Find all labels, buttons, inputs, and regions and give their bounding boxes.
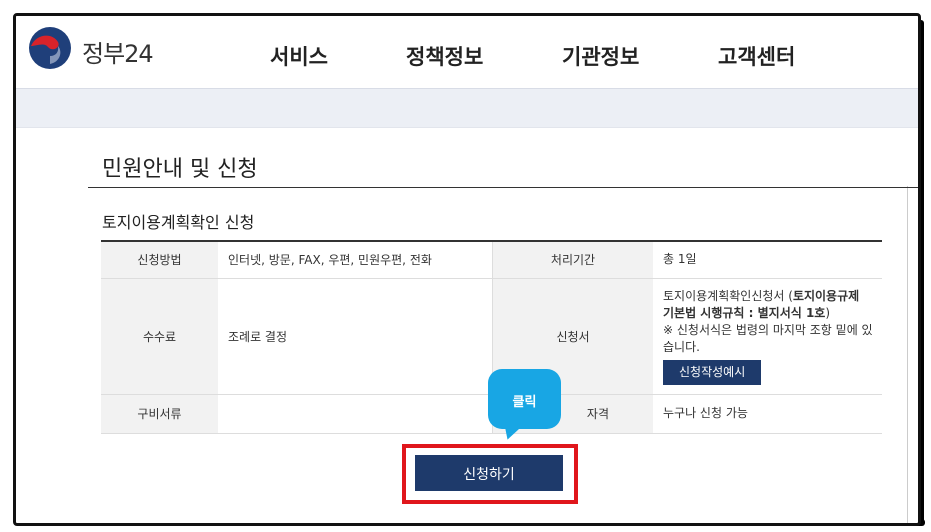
table-row: 신청방법 인터넷, 방문, FAX, 우편, 민원우편, 전화 처리기간 총 1… [101,241,882,279]
nav-agency-info[interactable]: 기관정보 [562,41,639,71]
breadcrumb-band [16,88,918,128]
content-right-border [907,186,908,523]
qualification-value: 누구나 신청 가능 [653,394,882,434]
period-value: 총 1일 [653,241,882,279]
form-example-button[interactable]: 신청작성예시 [663,359,762,385]
nav-customer-center[interactable]: 고객센터 [718,41,795,71]
method-value: 인터넷, 방문, FAX, 우편, 민원우편, 전화 [218,241,493,279]
government-logo-icon[interactable] [28,26,72,70]
fee-label: 수수료 [101,278,218,395]
method-label: 신청방법 [101,241,218,279]
browser-frame: 정부24 서비스 정책정보 기관정보 고객센터 민원안내 및 신청 토지이용계획… [13,13,921,526]
site-logo-text[interactable]: 정부24 [82,34,154,69]
service-title: 토지이용계획확인 신청 [102,213,255,232]
title-divider [88,187,918,188]
form-value-suffix: ) [825,305,831,320]
page-title: 민원안내 및 신청 [102,157,258,182]
nav-policy-info[interactable]: 정책정보 [406,41,483,71]
form-value-prefix: 토지이용계획확인신청서 ( [663,288,793,303]
form-note: ※ 신청서식은 법령의 마지막 조항 밑에 있습니다. [663,322,873,354]
click-callout-text: 클릭 [512,395,537,410]
docs-value [218,394,493,434]
period-label: 처리기간 [492,241,653,279]
fee-value: 조례로 결정 [218,278,493,395]
form-cell: 토지이용계획확인신청서 (토지이용규제 기본법 시행규칙 : 별지서식 1호) … [653,278,882,395]
docs-label: 구비서류 [101,394,218,434]
apply-button[interactable]: 신청하기 [415,455,563,491]
nav-services[interactable]: 서비스 [270,41,328,71]
site-header: 정부24 서비스 정책정보 기관정보 고객센터 [16,16,918,88]
